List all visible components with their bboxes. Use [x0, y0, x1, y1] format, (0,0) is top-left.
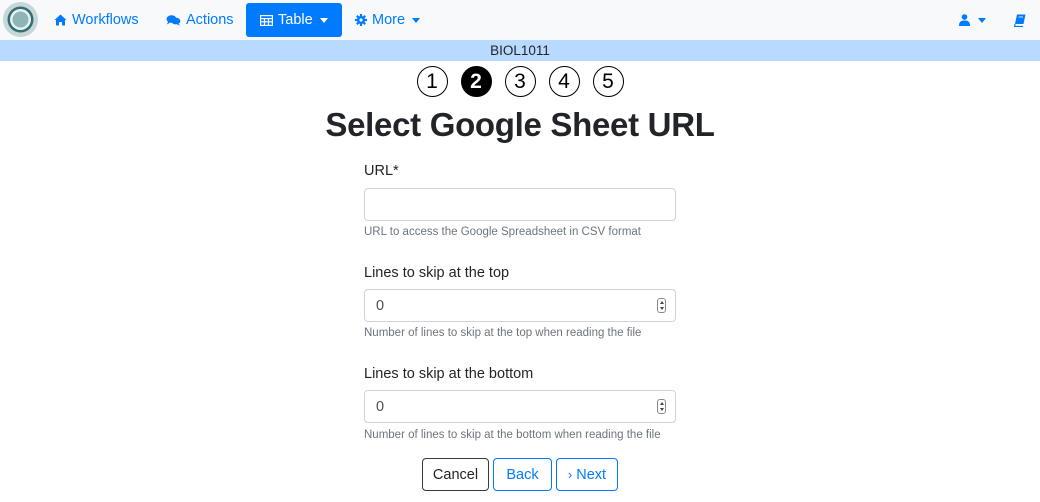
cancel-button[interactable]: Cancel — [422, 458, 489, 491]
skip-bottom-help-text: Number of lines to skip at the bottom wh… — [364, 429, 661, 441]
step-4: 4 — [548, 66, 580, 97]
number-spinner-icon[interactable] — [657, 399, 666, 414]
url-input[interactable] — [364, 188, 676, 221]
next-button-label: Next — [576, 466, 607, 483]
course-name-bar: BIOL1011 — [0, 40, 1040, 61]
skip-top-label: Lines to skip at the top — [364, 265, 510, 281]
chevron-right-icon: › — [567, 467, 573, 482]
number-spinner-icon[interactable] — [657, 298, 666, 313]
user-menu-dropdown[interactable] — [950, 3, 995, 37]
back-button[interactable]: Back — [493, 458, 552, 491]
table-icon — [260, 14, 273, 26]
nav-workflows-label: Workflows — [72, 12, 139, 28]
skip-top-value: 0 — [376, 297, 385, 314]
skip-bottom-value: 0 — [376, 398, 385, 415]
navbar: Workflows Actions Table More — [0, 0, 1040, 40]
step-5: 5 — [592, 66, 624, 97]
wizard-steps: 1 2 3 4 5 — [0, 66, 1040, 97]
url-label: URL* — [364, 163, 399, 179]
step-3: 3 — [504, 66, 536, 97]
nav-more-label: More — [372, 12, 406, 28]
nav-more-dropdown[interactable]: More — [346, 3, 429, 37]
skip-bottom-input[interactable]: 0 — [364, 390, 676, 423]
url-help-text: URL to access the Google Spreadsheet in … — [364, 226, 641, 238]
next-button[interactable]: › Next — [556, 458, 618, 491]
nav-table-label: Table — [278, 12, 313, 28]
skip-bottom-label: Lines to skip at the bottom — [364, 366, 534, 382]
nav-actions[interactable]: Actions — [157, 3, 243, 37]
user-icon — [959, 14, 970, 26]
page-title: Select Google Sheet URL — [325, 106, 715, 143]
chevron-down-icon — [319, 18, 328, 23]
skip-top-help-text: Number of lines to skip at the top when … — [364, 327, 642, 339]
comments-icon — [166, 15, 181, 26]
nav-actions-label: Actions — [186, 12, 234, 28]
nav-workflows[interactable]: Workflows — [45, 3, 148, 37]
step-2-current: 2 — [460, 66, 492, 97]
chevron-down-icon — [412, 18, 421, 23]
skip-top-input[interactable]: 0 — [364, 289, 676, 322]
documentation-link[interactable] — [1005, 3, 1040, 37]
app-logo[interactable] — [2, 1, 39, 38]
step-1: 1 — [416, 66, 448, 97]
home-icon — [54, 14, 67, 26]
nav-table-dropdown[interactable]: Table — [246, 3, 342, 37]
book-icon — [1014, 14, 1026, 27]
gear-icon — [355, 14, 367, 26]
chevron-down-icon — [978, 18, 986, 23]
